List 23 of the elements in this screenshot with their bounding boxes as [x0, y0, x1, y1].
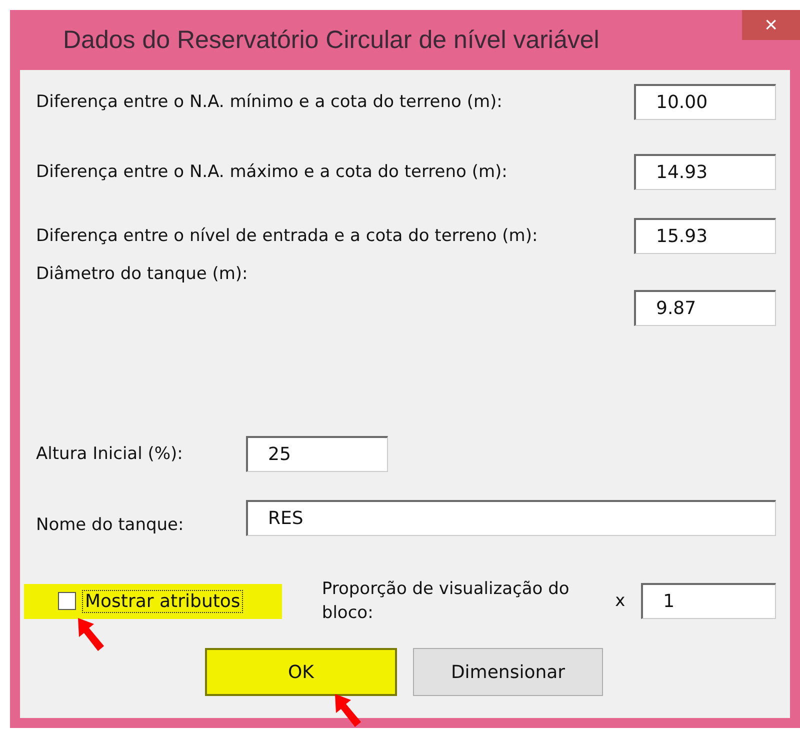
field-label: Diferença entre o nível de entrada e a cota do terreno (m): — [36, 226, 538, 246]
dialog-button[interactable]: Dimensionar — [413, 648, 603, 696]
field-label: Diferença entre o N.A. mínimo e a cota do terreno (m): — [36, 92, 502, 112]
input-field[interactable]: 14.93 — [634, 154, 776, 190]
arrow-icon — [333, 694, 363, 728]
checkbox[interactable] — [58, 592, 76, 610]
input-field[interactable]: 25 — [246, 436, 388, 472]
input-field[interactable]: 10.00 — [634, 84, 776, 120]
input-field[interactable]: 9.87 — [634, 290, 776, 326]
close-button[interactable]: × — [742, 10, 800, 40]
window-title: Dados do Reservatório Circular de nível variável — [63, 26, 600, 54]
field-label: Nome do tanque: — [36, 515, 185, 535]
dialog-button[interactable]: OK — [205, 648, 397, 696]
field-label: Altura Inicial (%): — [36, 444, 184, 464]
input-field[interactable]: 1 — [641, 583, 776, 619]
input-field[interactable]: RES — [246, 500, 776, 536]
proportion-label: Proporção de visualização do bloco: — [322, 578, 570, 625]
input-field[interactable]: 15.93 — [634, 218, 776, 254]
checkbox-label[interactable]: Mostrar atributos — [82, 590, 244, 612]
arrow-icon — [76, 618, 106, 652]
field-label: Diâmetro do tanque (m): — [36, 264, 249, 284]
multiplier-label: x — [615, 591, 626, 611]
field-label: Diferença entre o N.A. máximo e a cota do terreno (m): — [36, 162, 508, 182]
